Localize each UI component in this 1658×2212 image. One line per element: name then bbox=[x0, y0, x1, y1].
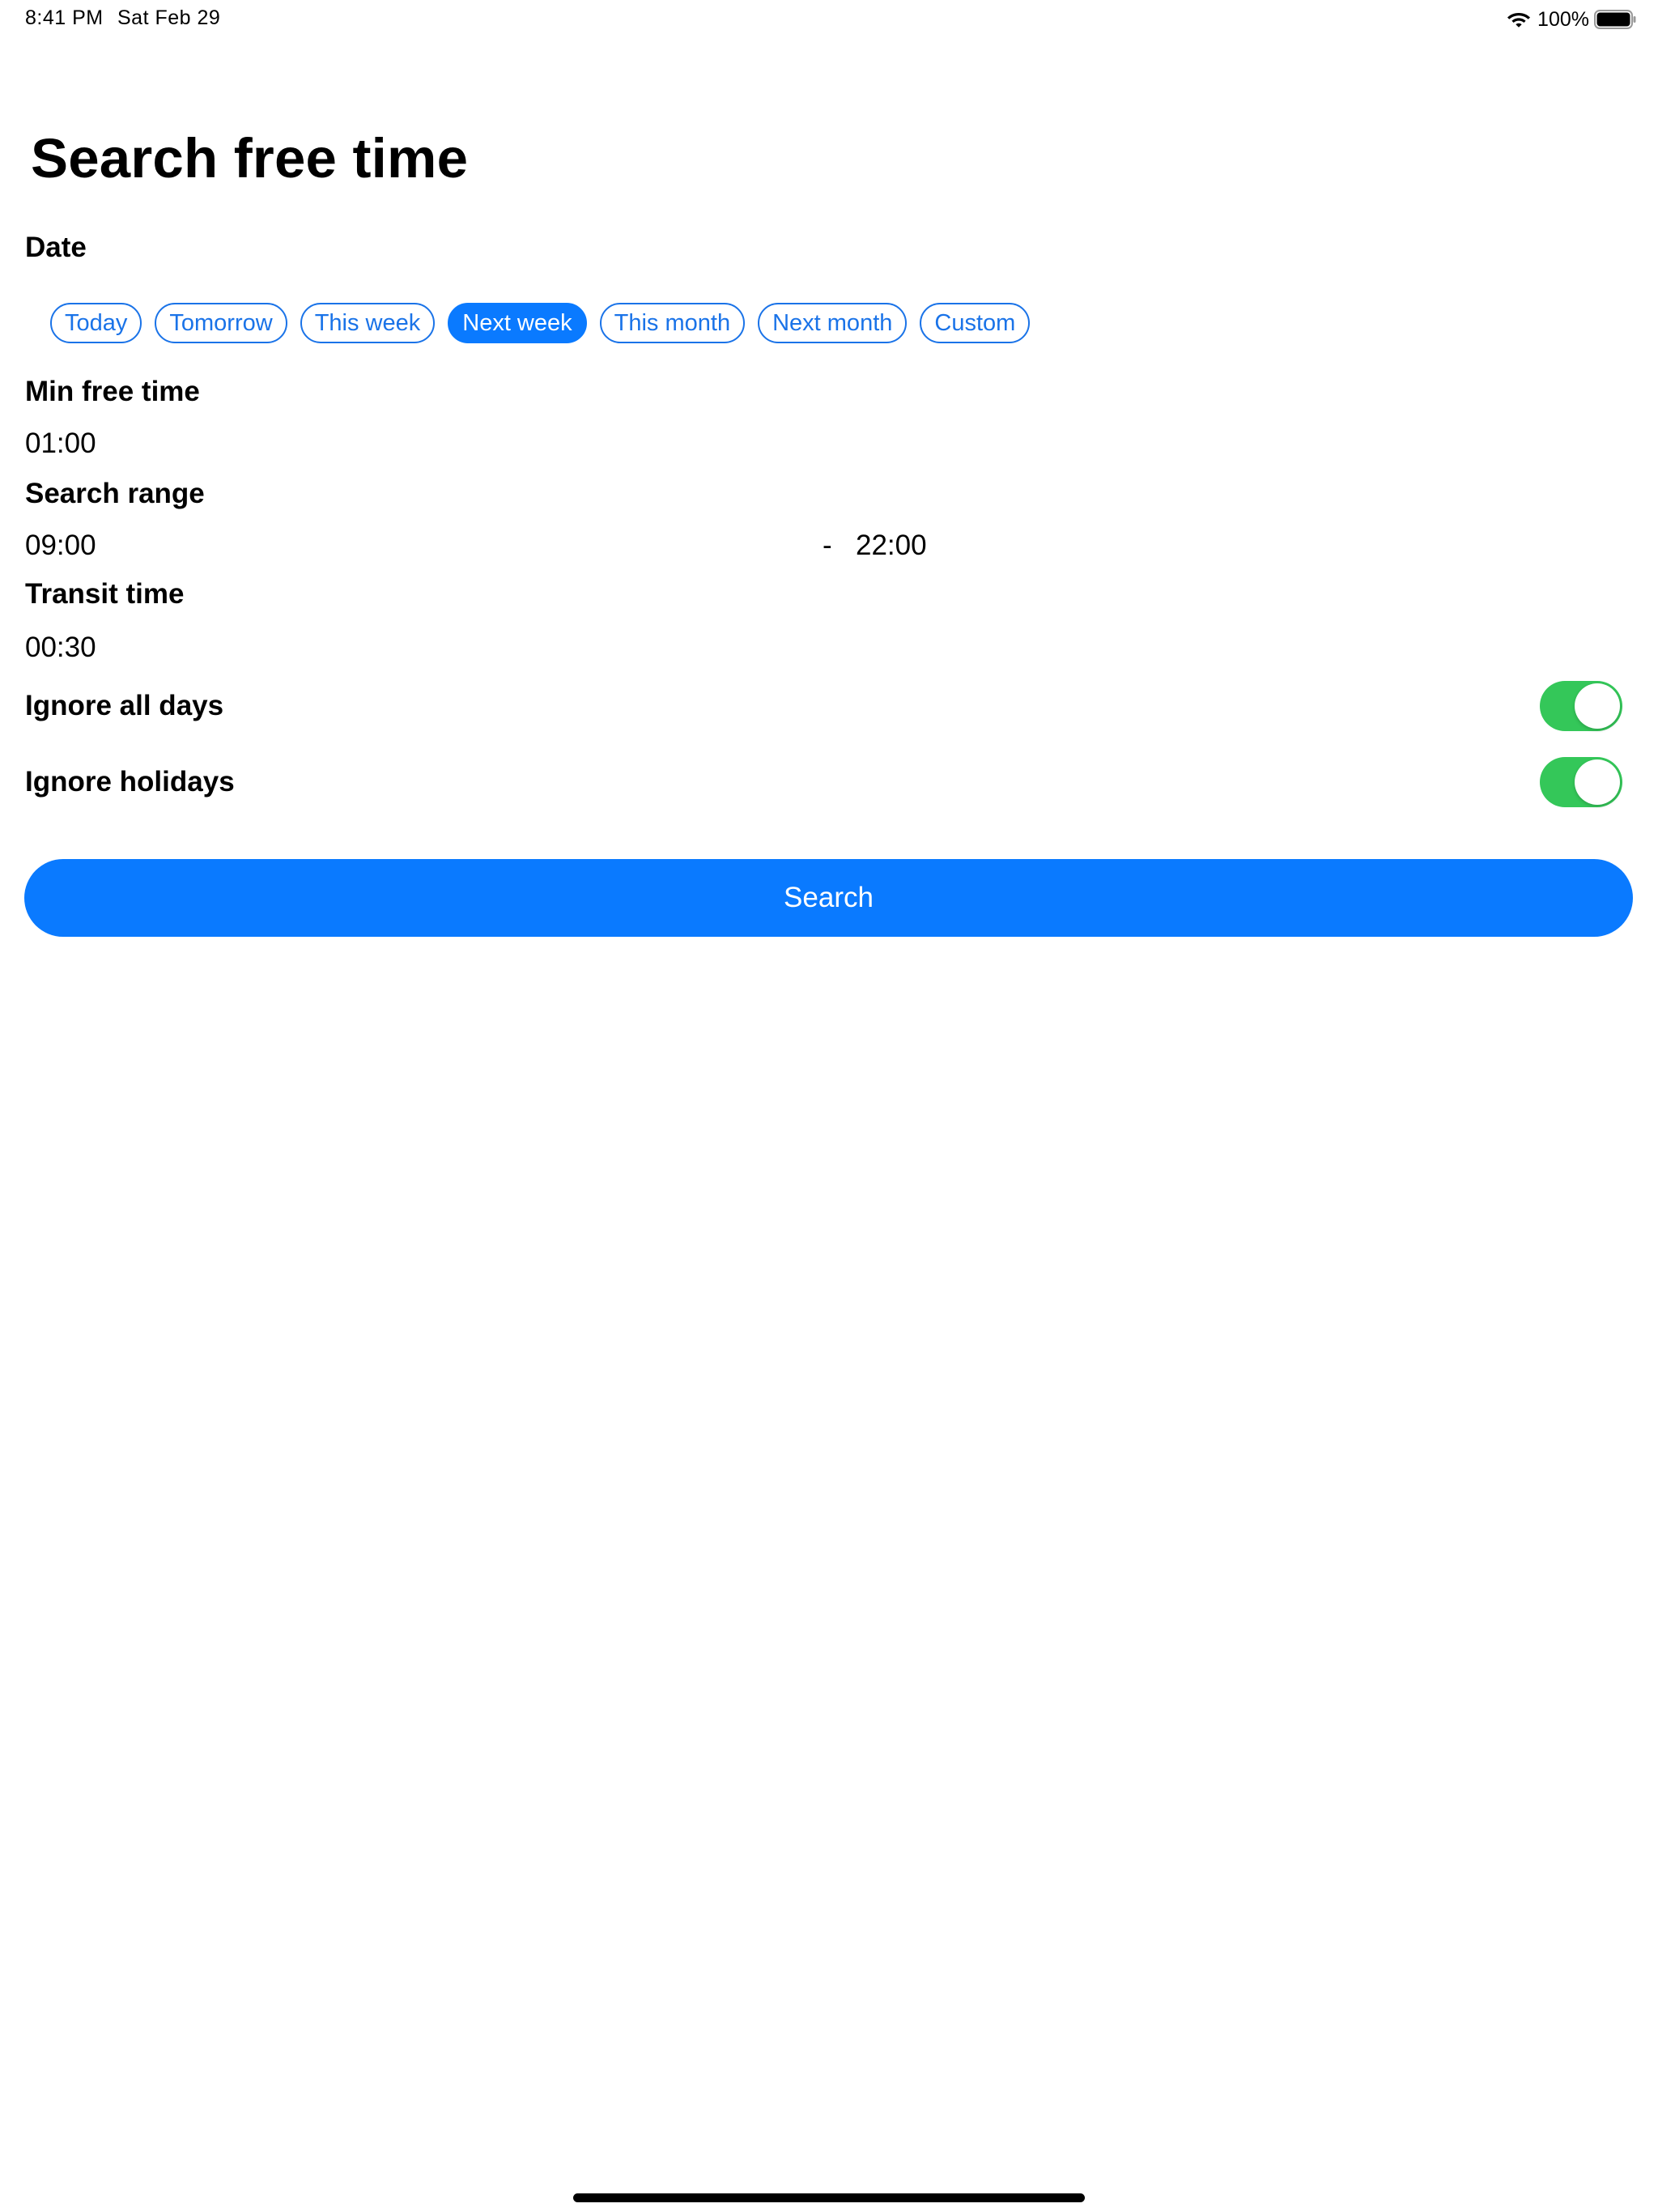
date-label: Date bbox=[25, 232, 87, 263]
search-range-label: Search range bbox=[25, 478, 205, 509]
chip-next-month[interactable]: Next month bbox=[758, 303, 908, 343]
wifi-icon bbox=[1507, 13, 1531, 28]
chip-tomorrow[interactable]: Tomorrow bbox=[155, 303, 287, 343]
ignore-all-days-label: Ignore all days bbox=[25, 690, 224, 721]
chip-next-week[interactable]: Next week bbox=[448, 303, 587, 343]
chip-custom[interactable]: Custom bbox=[920, 303, 1031, 343]
ignore-all-days-toggle[interactable] bbox=[1540, 681, 1622, 731]
status-bar: 8:41 PM Sat Feb 29 100% bbox=[0, 0, 1658, 39]
search-button[interactable]: Search bbox=[24, 859, 1633, 937]
ignore-holidays-label: Ignore holidays bbox=[25, 766, 235, 798]
search-free-time-screen: 8:41 PM Sat Feb 29 100% Search free time… bbox=[0, 0, 1658, 2212]
page-title: Search free time bbox=[31, 127, 469, 189]
battery-percent: 100% bbox=[1537, 7, 1589, 31]
search-range-start-value[interactable]: 09:00 bbox=[25, 528, 96, 564]
ignore-holidays-toggle[interactable] bbox=[1540, 757, 1622, 807]
chip-this-week[interactable]: This week bbox=[300, 303, 436, 343]
chip-this-month[interactable]: This month bbox=[599, 303, 746, 343]
transit-time-label: Transit time bbox=[25, 578, 185, 610]
min-free-time-value[interactable]: 01:00 bbox=[25, 426, 96, 462]
search-range-end-value[interactable]: 22:00 bbox=[856, 528, 927, 564]
toggle-knob bbox=[1575, 683, 1620, 729]
status-time: 8:41 PM bbox=[25, 6, 104, 29]
date-option-chips: Today Tomorrow This week Next week This … bbox=[50, 303, 1031, 343]
battery-icon bbox=[1594, 10, 1636, 29]
home-indicator[interactable] bbox=[573, 2193, 1085, 2202]
status-date: Sat Feb 29 bbox=[117, 6, 221, 29]
min-free-time-label: Min free time bbox=[25, 376, 200, 407]
search-range-separator: - bbox=[823, 530, 832, 561]
status-indicators: 100% bbox=[1507, 6, 1636, 32]
toggle-knob bbox=[1575, 759, 1620, 805]
transit-time-value[interactable]: 00:30 bbox=[25, 630, 96, 666]
chip-today[interactable]: Today bbox=[50, 303, 142, 343]
